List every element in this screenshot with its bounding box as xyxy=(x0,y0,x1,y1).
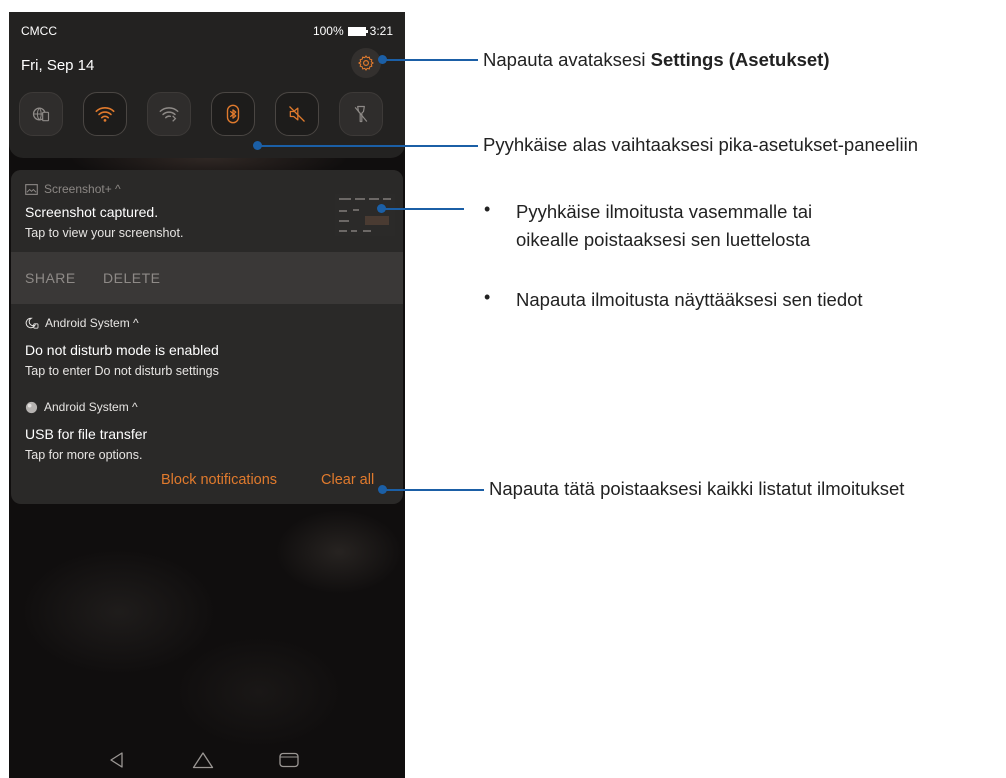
tile-flashlight[interactable] xyxy=(339,92,383,136)
bullet-dot: • xyxy=(484,287,491,307)
wifi-calling-icon xyxy=(159,107,179,122)
tile-wifi-calling[interactable] xyxy=(147,92,191,136)
wifi-icon xyxy=(95,107,115,122)
notification-app-name: Android System ^ xyxy=(45,316,139,330)
gear-icon xyxy=(358,55,374,71)
status-bar: CMCC 100% 3:21 xyxy=(21,24,393,40)
notification-list: Screenshot+ ^ Screenshot captured. Tap t… xyxy=(11,170,403,504)
status-right: 100% 3:21 xyxy=(313,24,393,38)
notification-actions: SHARE DELETE xyxy=(11,252,403,304)
annotation-swipe-down: Pyyhkäise alas vaihtaaksesi pika-asetuks… xyxy=(483,134,918,155)
home-icon xyxy=(192,752,214,769)
recents-button[interactable] xyxy=(275,748,303,772)
callout-line-swipe xyxy=(257,145,478,147)
tile-mute[interactable] xyxy=(275,92,319,136)
home-button[interactable] xyxy=(189,748,217,772)
notification-app-name: Screenshot+ ^ xyxy=(44,182,121,196)
flashlight-off-icon xyxy=(354,105,368,123)
phone-screen: CMCC 100% 3:21 Fri, Sep 14 Screenshot+ ^… xyxy=(9,12,405,778)
bullet-dot: • xyxy=(484,199,491,219)
back-icon xyxy=(110,752,123,768)
annotation-settings-text: Napauta avataksesi xyxy=(483,49,651,70)
annotation-settings: Napauta avataksesi Settings (Asetukset) xyxy=(483,48,830,72)
annotation-bullet-2: Napauta ilmoitusta näyttääksesi sen tied… xyxy=(516,289,863,310)
bluetooth-icon xyxy=(226,104,240,124)
quick-tiles xyxy=(19,92,389,136)
annotation-clear-all: Napauta tätä poistaaksesi kaikki listatu… xyxy=(489,478,905,499)
annotation-bullet-1-line-2: oikealle poistaaksesi sen luettelosta xyxy=(516,229,811,250)
clock: 3:21 xyxy=(369,24,393,38)
recents-icon xyxy=(279,752,299,768)
tile-globe-sim[interactable] xyxy=(19,92,63,136)
moon-icon xyxy=(25,317,39,329)
callout-line-settings xyxy=(382,59,478,61)
block-notifications-button[interactable]: Block notifications xyxy=(161,472,277,488)
notification-header: Android System ^ xyxy=(25,316,139,330)
delete-button[interactable]: DELETE xyxy=(103,270,160,286)
annotation-settings-bold: Settings (Asetukset) xyxy=(650,49,830,70)
notification-app-name: Android System ^ xyxy=(44,400,138,414)
notification-title: USB for file transfer xyxy=(25,426,148,442)
date-label: Fri, Sep 14 xyxy=(21,57,95,74)
annotation-bullet-1-line-1: Pyyhkäise ilmoitusta vasemmalle tai xyxy=(516,201,813,222)
navigation-bar xyxy=(9,744,405,778)
battery-icon xyxy=(347,26,368,36)
notification-dnd[interactable]: Android System ^ Do not disturb mode is … xyxy=(11,304,403,388)
quick-settings-panel[interactable]: CMCC 100% 3:21 Fri, Sep 14 xyxy=(9,12,405,158)
notification-header: Android System ^ xyxy=(25,400,138,414)
clear-all-button[interactable]: Clear all xyxy=(321,472,374,488)
screenshot-thumbnail[interactable] xyxy=(335,194,395,236)
callout-line-clear-all xyxy=(382,489,484,491)
notification-text: Tap to enter Do not disturb settings xyxy=(25,364,219,378)
notification-text: Tap for more options. xyxy=(25,448,143,462)
settings-button[interactable] xyxy=(351,48,381,78)
notification-header: Screenshot+ ^ xyxy=(25,182,121,196)
notification-usb[interactable]: Android System ^ USB for file transfer T… xyxy=(11,388,403,504)
tile-bluetooth[interactable] xyxy=(211,92,255,136)
tile-wifi[interactable] xyxy=(83,92,127,136)
notification-title: Screenshot captured. xyxy=(25,204,159,220)
carrier-label: CMCC xyxy=(21,24,57,38)
image-icon xyxy=(25,183,38,195)
notification-screenshot[interactable]: Screenshot+ ^ Screenshot captured. Tap t… xyxy=(11,170,403,252)
battery-percent: 100% xyxy=(312,24,344,38)
share-button[interactable]: SHARE xyxy=(25,270,76,286)
back-button[interactable] xyxy=(103,748,131,772)
callout-line-notification xyxy=(381,208,464,210)
globe-sim-icon xyxy=(32,107,50,122)
android-system-icon xyxy=(25,401,38,413)
notification-text: Tap to view your screenshot. xyxy=(25,226,184,240)
mute-icon xyxy=(289,106,305,122)
notification-title: Do not disturb mode is enabled xyxy=(25,342,219,358)
